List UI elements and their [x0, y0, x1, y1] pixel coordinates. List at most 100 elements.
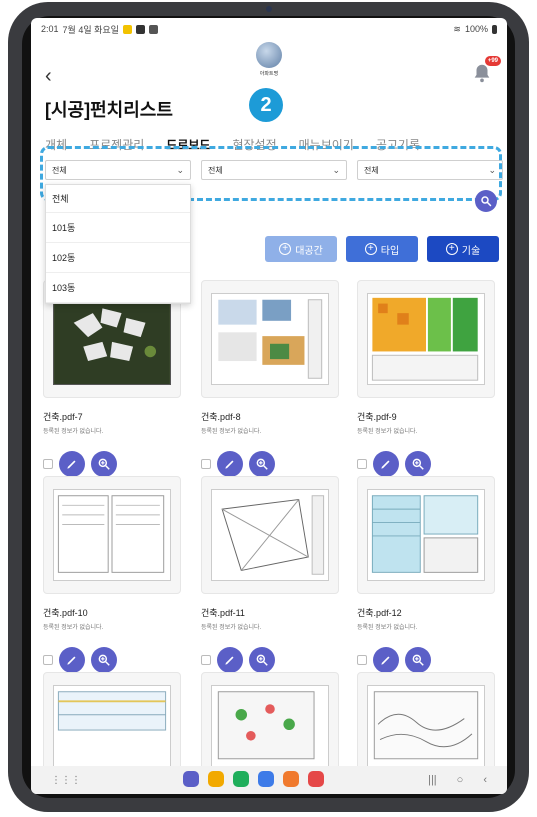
add-space-button[interactable]: + 대공간: [265, 236, 337, 262]
drawing-thumbnail[interactable]: [201, 280, 339, 398]
drawing-card[interactable]: 건축.pdf-12 등록된 정보가 없습니다.: [357, 476, 495, 673]
search-icon: [481, 196, 492, 207]
drawing-card[interactable]: 건축.pdf-7 등록된 정보가 없습니다.: [43, 280, 181, 477]
logo-caption: 아파트명: [259, 71, 279, 77]
file-info: 등록된 정보가 없습니다.: [201, 429, 262, 435]
zoom-button[interactable]: [91, 451, 117, 477]
status-bar: 2:01 7월 4일 화요일 ≋ 100%: [31, 18, 507, 40]
zoom-icon: [412, 654, 424, 666]
edit-button[interactable]: [59, 451, 85, 477]
status-battery: 100%: [464, 24, 488, 34]
app-logo: 아파트명: [254, 42, 284, 80]
search-button[interactable]: [475, 190, 497, 212]
file-name: 건축.pdf-8: [201, 412, 241, 422]
file-name: 건축.pdf-7: [43, 412, 83, 422]
recents-icon[interactable]: |||: [428, 774, 437, 786]
step-badge: 2: [249, 88, 283, 122]
drawing-thumbnail[interactable]: [43, 476, 181, 594]
dock-app-icon[interactable]: [183, 771, 199, 787]
add-type-button[interactable]: + 타입: [346, 236, 418, 262]
zoom-icon: [256, 458, 268, 470]
battery-icon: [492, 24, 497, 34]
file-info: 등록된 정보가 없습니다.: [357, 429, 418, 435]
message-icon: [148, 24, 158, 34]
drawing-card[interactable]: 건축.pdf-8 등록된 정보가 없습니다.: [201, 280, 339, 477]
edit-button[interactable]: [373, 451, 399, 477]
status-time: 2:01: [41, 24, 59, 34]
dropdown-option[interactable]: 101동: [46, 213, 190, 243]
edit-button[interactable]: [59, 647, 85, 673]
card-checkbox[interactable]: [201, 459, 211, 469]
drawing-card[interactable]: 건축.pdf-11 등록된 정보가 없습니다.: [201, 476, 339, 673]
drawing-card[interactable]: 건축.pdf-10 등록된 정보가 없습니다.: [43, 476, 181, 673]
back-icon[interactable]: ‹: [483, 774, 487, 786]
spec-sheet-image: [57, 495, 165, 573]
plus-circle-icon: +: [279, 243, 292, 255]
dropdown-option[interactable]: 102동: [46, 243, 190, 273]
card-checkbox[interactable]: [357, 459, 367, 469]
table-sheet-image: [371, 495, 479, 573]
zoom-icon: [98, 458, 110, 470]
plus-circle-icon: +: [445, 243, 458, 255]
card-checkbox[interactable]: [201, 655, 211, 665]
nav-buttons: ||| ○ ‹: [428, 774, 487, 786]
card-checkbox[interactable]: [43, 459, 53, 469]
file-name: 건축.pdf-9: [357, 412, 397, 422]
screen: 2:01 7월 4일 화요일 ≋ 100% ‹ 아파트명 +99 [시공]펀치리…: [31, 18, 507, 794]
back-chevron-icon[interactable]: ‹: [45, 66, 52, 86]
file-name: 건축.pdf-10: [43, 608, 88, 618]
wifi-icon: ≋: [453, 23, 461, 34]
file-info: 등록된 정보가 없습니다.: [43, 429, 104, 435]
grid-sheet-image: [57, 691, 167, 731]
card-tools: [43, 647, 181, 673]
building-dropdown: 전체 101동 102동 103동: [45, 184, 191, 304]
pencil-icon: [225, 460, 234, 469]
dropdown-option[interactable]: 전체: [46, 185, 190, 213]
page-title: [시공]펀치리스트: [45, 100, 173, 120]
notification-icon: [122, 24, 132, 34]
add-space-label: 대공간: [295, 245, 323, 257]
zoom-button[interactable]: [249, 451, 275, 477]
notification-button[interactable]: +99: [471, 56, 501, 84]
plus-circle-icon: +: [364, 243, 377, 255]
zoom-icon: [412, 458, 424, 470]
dock-app-icon[interactable]: [233, 771, 249, 787]
add-tech-button[interactable]: + 기술: [427, 236, 499, 262]
logo-icon: [256, 42, 282, 68]
edit-button[interactable]: [217, 451, 243, 477]
zoom-icon: [98, 654, 110, 666]
drawing-card[interactable]: 건축.pdf-9 등록된 정보가 없습니다.: [357, 280, 495, 477]
drawing-thumbnail[interactable]: [357, 476, 495, 594]
card-tools: [201, 451, 339, 477]
edit-button[interactable]: [217, 647, 243, 673]
drawing-thumbnail[interactable]: [201, 476, 339, 594]
action-buttons: + 대공간 + 타입 + 기술: [265, 236, 499, 262]
app-dock: [183, 771, 324, 787]
add-type-label: 타입: [380, 245, 400, 257]
alert-icon: [135, 24, 145, 34]
zoom-button[interactable]: [249, 647, 275, 673]
pencil-icon: [67, 656, 76, 665]
dock-app-icon[interactable]: [258, 771, 274, 787]
status-date: 7월 4일 화요일: [62, 24, 119, 35]
dock-app-icon[interactable]: [308, 771, 324, 787]
card-checkbox[interactable]: [43, 655, 53, 665]
file-name: 건축.pdf-12: [357, 608, 402, 618]
dock-app-icon[interactable]: [283, 771, 299, 787]
card-checkbox[interactable]: [357, 655, 367, 665]
card-tools: [43, 451, 181, 477]
card-tools: [201, 647, 339, 673]
zoom-button[interactable]: [405, 647, 431, 673]
zoom-icon: [256, 654, 268, 666]
drawing-thumbnail[interactable]: [357, 280, 495, 398]
system-nav-bar: ⋮⋮⋮ ||| ○ ‹: [31, 766, 507, 794]
edit-button[interactable]: [373, 647, 399, 673]
dock-app-icon[interactable]: [208, 771, 224, 787]
add-tech-label: 기술: [461, 245, 481, 257]
terrain-map-image: [373, 691, 479, 760]
zoom-button[interactable]: [91, 647, 117, 673]
app-drawer-icon[interactable]: ⋮⋮⋮: [51, 775, 81, 786]
zoom-button[interactable]: [405, 451, 431, 477]
dropdown-option[interactable]: 103동: [46, 273, 190, 303]
home-icon[interactable]: ○: [457, 774, 464, 786]
